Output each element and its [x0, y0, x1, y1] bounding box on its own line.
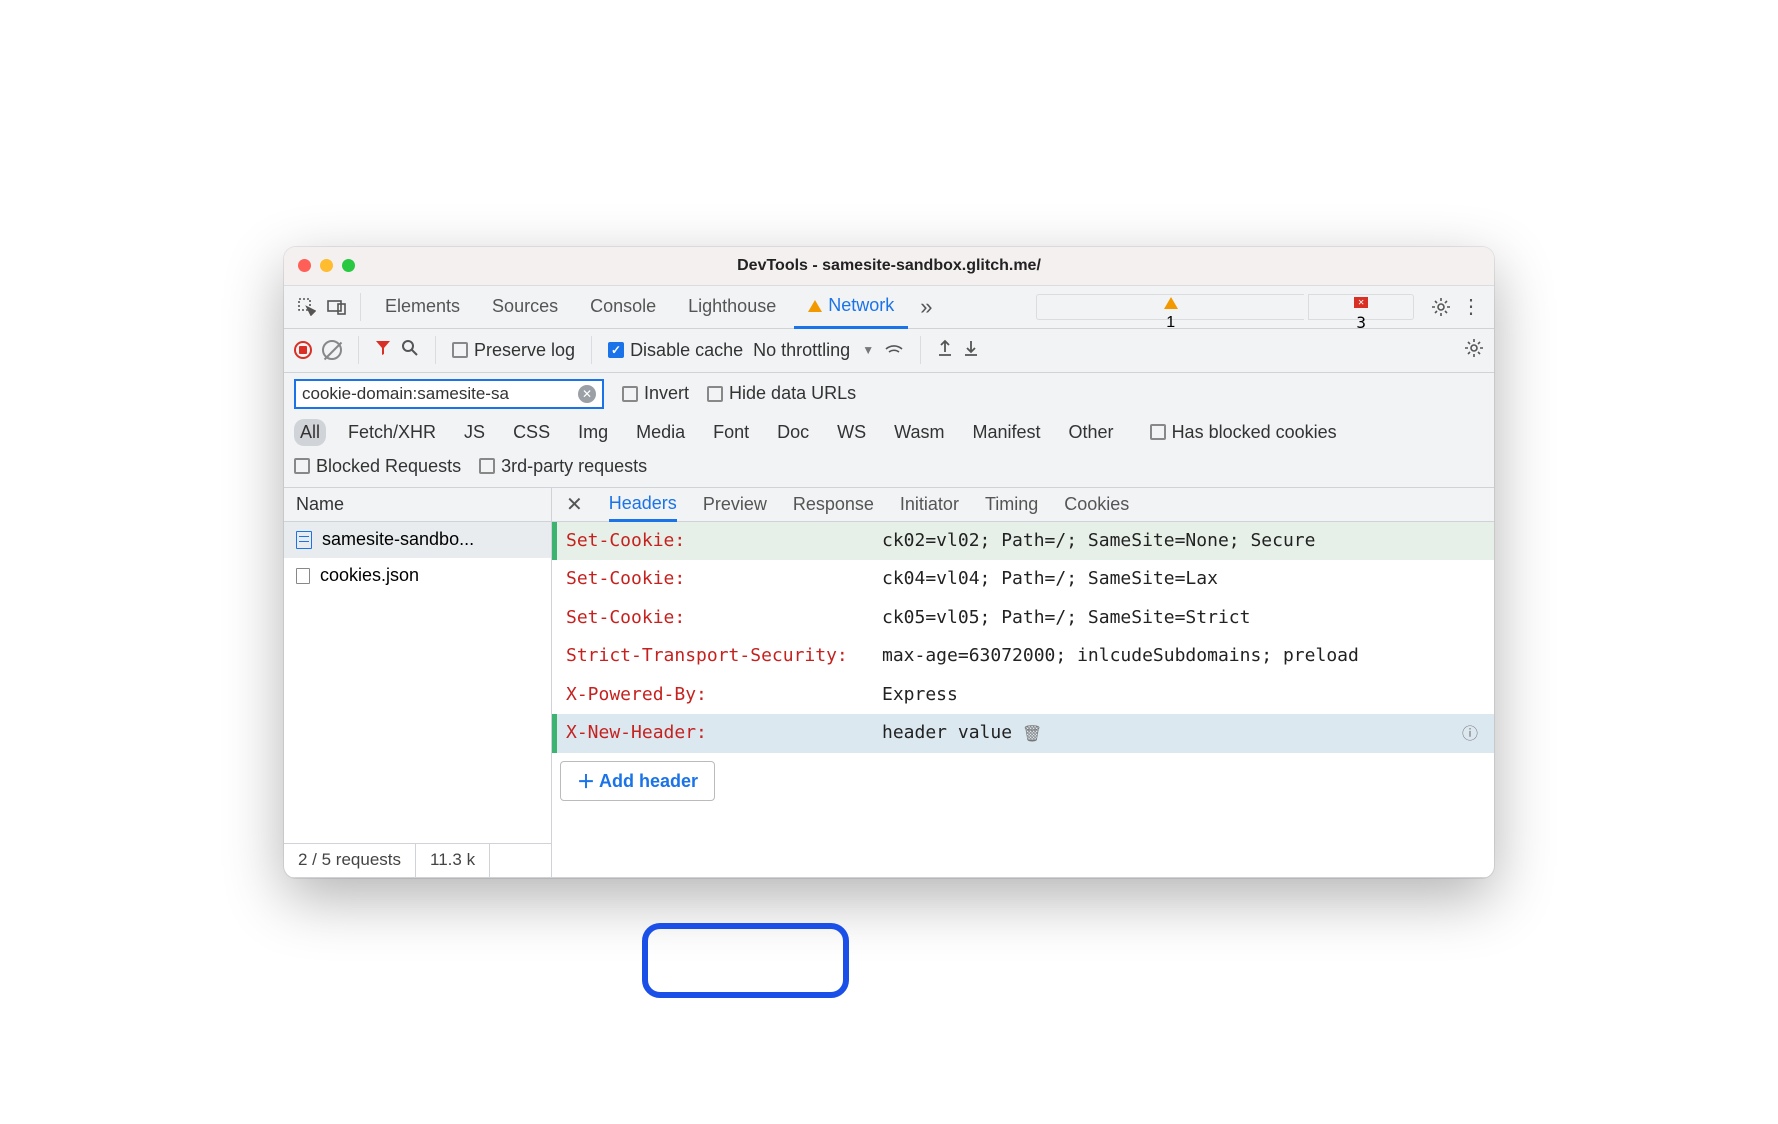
name-column-header[interactable]: Name: [284, 488, 551, 522]
preserve-log-checkbox[interactable]: Preserve log: [452, 340, 575, 361]
warning-icon: [1164, 297, 1178, 309]
plus-icon: ＋: [577, 768, 595, 794]
filter-input[interactable]: cookie-domain:samesite-sa ✕: [294, 379, 604, 409]
file-icon: [296, 568, 310, 584]
clear-filter-icon[interactable]: ✕: [578, 385, 596, 403]
main-tabbar: Elements Sources Console Lighthouse Netw…: [284, 285, 1494, 329]
type-chip-wasm[interactable]: Wasm: [888, 419, 950, 446]
disable-cache-checkbox[interactable]: Disable cache: [608, 340, 743, 361]
header-value: header value: [882, 718, 1012, 749]
status-bar: 2 / 5 requests 11.3 k: [284, 843, 551, 877]
header-name: Set-Cookie:: [552, 564, 882, 595]
window-titlebar: DevTools - samesite-sandbox.glitch.me/: [284, 247, 1494, 285]
header-row[interactable]: X-New-Header:header value 🗑 ⓘ: [552, 714, 1494, 753]
type-chip-js[interactable]: JS: [458, 419, 491, 446]
header-row[interactable]: Set-Cookie:ck02=vl02; Path=/; SameSite=N…: [552, 522, 1494, 561]
type-chip-doc[interactable]: Doc: [771, 419, 815, 446]
filter-bar: cookie-domain:samesite-sa ✕ Invert Hide …: [284, 373, 1494, 488]
settings-icon[interactable]: [1428, 294, 1454, 320]
type-chip-all[interactable]: All: [294, 419, 326, 446]
resource-type-filter: All Fetch/XHR JS CSS Img Media Font Doc WS Wasm Ma…: [294, 419, 1484, 446]
network-conditions-icon[interactable]: [884, 340, 904, 361]
window-title: DevTools - samesite-sandbox.glitch.me/: [284, 257, 1494, 275]
error-icon: ✕: [1354, 297, 1368, 308]
request-name: cookies.json: [320, 565, 419, 586]
subtab-preview[interactable]: Preview: [703, 488, 767, 521]
filter-icon[interactable]: [375, 340, 391, 361]
detail-tabs: ✕ Headers Preview Response Initiator Tim…: [552, 488, 1494, 522]
throttling-select[interactable]: No throttling▼: [753, 340, 874, 361]
close-details-icon[interactable]: ✕: [566, 492, 583, 517]
header-name: Set-Cookie:: [552, 603, 882, 634]
inspect-icon[interactable]: [294, 294, 320, 320]
delete-header-icon[interactable]: 🗑: [1022, 720, 1042, 747]
has-blocked-cookies-checkbox[interactable]: Has blocked cookies: [1150, 422, 1337, 443]
headers-panel: Set-Cookie:ck02=vl02; Path=/; SameSite=N…: [552, 522, 1494, 877]
record-button[interactable]: [294, 341, 312, 359]
header-name: Set-Cookie:: [552, 526, 882, 557]
invert-checkbox[interactable]: Invert: [622, 383, 689, 404]
header-row[interactable]: Set-Cookie:ck04=vl04; Path=/; SameSite=L…: [552, 560, 1494, 599]
network-settings-icon[interactable]: [1464, 338, 1484, 363]
device-toggle-icon[interactable]: [324, 294, 350, 320]
tab-lighthouse[interactable]: Lighthouse: [674, 286, 790, 328]
type-chip-manifest[interactable]: Manifest: [967, 419, 1047, 446]
highlight-callout: [642, 923, 849, 998]
header-row[interactable]: Set-Cookie:ck05=vl05; Path=/; SameSite=S…: [552, 599, 1494, 638]
type-chip-img[interactable]: Img: [572, 419, 614, 446]
more-tabs-icon[interactable]: »: [912, 294, 940, 320]
header-row[interactable]: X-Powered-By:Express: [552, 676, 1494, 715]
subtab-headers[interactable]: Headers: [609, 488, 677, 522]
warning-icon: [808, 300, 822, 312]
subtab-initiator[interactable]: Initiator: [900, 488, 959, 521]
search-icon[interactable]: [401, 339, 419, 362]
network-toolbar: Preserve log Disable cache No throttling…: [284, 329, 1494, 373]
header-name: X-Powered-By:: [552, 680, 882, 711]
header-row[interactable]: Strict-Transport-Security:max-age=630720…: [552, 637, 1494, 676]
tab-console[interactable]: Console: [576, 286, 670, 328]
blocked-requests-checkbox[interactable]: Blocked Requests: [294, 456, 461, 477]
document-icon: [296, 531, 312, 549]
third-party-checkbox[interactable]: 3rd-party requests: [479, 456, 647, 477]
header-value: ck04=vl04; Path=/; SameSite=Lax: [882, 564, 1218, 595]
subtab-response[interactable]: Response: [793, 488, 874, 521]
request-name: samesite-sandbo...: [322, 529, 474, 550]
type-chip-other[interactable]: Other: [1063, 419, 1120, 446]
header-name: Strict-Transport-Security:: [552, 641, 882, 672]
request-list: samesite-sandbo... cookies.json: [284, 522, 551, 843]
info-icon[interactable]: ⓘ: [1462, 720, 1478, 747]
type-chip-media[interactable]: Media: [630, 419, 691, 446]
header-value: ck05=vl05; Path=/; SameSite=Strict: [882, 603, 1250, 634]
header-value: ck02=vl02; Path=/; SameSite=None; Secure: [882, 526, 1315, 557]
header-value: Express: [882, 680, 958, 711]
errors-badge[interactable]: ✕3: [1308, 294, 1414, 320]
type-chip-ws[interactable]: WS: [831, 419, 872, 446]
upload-icon[interactable]: [937, 339, 953, 362]
request-row[interactable]: samesite-sandbo...: [284, 522, 551, 558]
warnings-badge[interactable]: 1: [1036, 294, 1304, 320]
download-icon[interactable]: [963, 339, 979, 362]
tab-network[interactable]: Network: [794, 286, 908, 329]
clear-button[interactable]: [322, 340, 342, 360]
type-chip-fetch-xhr[interactable]: Fetch/XHR: [342, 419, 442, 446]
header-value: max-age=63072000; inlcudeSubdomains; pre…: [882, 641, 1359, 672]
subtab-cookies[interactable]: Cookies: [1064, 488, 1129, 521]
hide-data-urls-checkbox[interactable]: Hide data URLs: [707, 383, 856, 404]
kebab-menu-icon[interactable]: ⋮: [1458, 294, 1484, 320]
subtab-timing[interactable]: Timing: [985, 488, 1038, 521]
type-chip-font[interactable]: Font: [707, 419, 755, 446]
add-header-button[interactable]: ＋Add header: [560, 761, 715, 801]
tab-sources[interactable]: Sources: [478, 286, 572, 328]
header-name: X-New-Header:: [552, 718, 882, 749]
type-chip-css[interactable]: CSS: [507, 419, 556, 446]
request-row[interactable]: cookies.json: [284, 558, 551, 594]
tab-elements[interactable]: Elements: [371, 286, 474, 328]
